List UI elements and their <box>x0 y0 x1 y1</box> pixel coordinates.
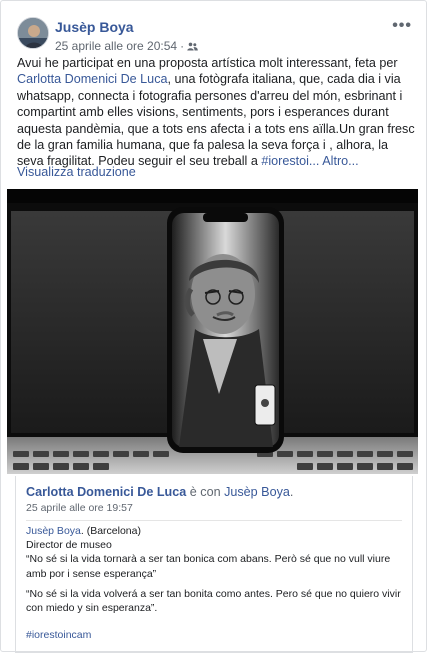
header-period: . <box>289 485 294 499</box>
with-text: è con <box>189 485 221 499</box>
post-author[interactable]: Jusèp Boya <box>55 19 134 35</box>
post-header: Jusèp Boya 25 aprile alle ore 20:54 · ••… <box>17 17 416 57</box>
translate-link[interactable]: Visualizza traduzione <box>17 165 136 179</box>
shared-post-text: Jusèp Boya. (Barcelona) Director de muse… <box>26 524 404 581</box>
shared-line-2: Director de museo <box>26 539 112 552</box>
meta-separator: · <box>180 39 185 53</box>
hashtag-link[interactable]: #iorestoi... <box>261 154 319 168</box>
quote-catalan: “No sé si la vida tornarà a ser tan boni… <box>26 553 391 580</box>
phone-portrait-image <box>7 189 418 474</box>
see-more-link[interactable]: Altro... <box>322 154 358 168</box>
shared-timestamp[interactable]: 25 aprile alle ore 19:57 <box>26 502 133 514</box>
avatar-image <box>18 18 48 48</box>
shared-line-1: Jusèp Boya. (Barcelona) <box>26 524 404 538</box>
post-text-intro: Avui he participat en una proposta artís… <box>17 56 398 70</box>
post-meta: 25 aprile alle ore 20:54 · <box>55 39 198 53</box>
friends-icon[interactable] <box>187 42 198 51</box>
more-options-icon[interactable]: ••• <box>392 17 412 35</box>
post-timestamp[interactable]: 25 aprile alle ore 20:54 <box>55 39 177 53</box>
shared-hashtag[interactable]: #iorestoincam <box>26 629 91 641</box>
divider <box>26 520 402 521</box>
shared-author[interactable]: Carlotta Domenici De Luca <box>26 485 186 499</box>
shared-post-header: Carlotta Domenici De Luca è con Jusèp Bo… <box>26 485 293 499</box>
tagged-person[interactable]: Jusèp Boya <box>224 485 290 499</box>
mention-link[interactable]: Carlotta Domenici De Luca <box>17 72 168 86</box>
post-photo[interactable] <box>7 189 418 474</box>
shared-mention[interactable]: Jusèp Boya <box>26 525 81 537</box>
avatar[interactable] <box>17 17 49 49</box>
post-card: Jusèp Boya 25 aprile alle ore 20:54 · ••… <box>0 0 427 653</box>
quote-spanish: “No sé si la vida volverá a ser tan boni… <box>26 588 401 615</box>
post-text: Avui he participat en una proposta artís… <box>17 55 415 170</box>
shared-location: . (Barcelona) <box>80 525 141 537</box>
shared-post: Carlotta Domenici De Luca è con Jusèp Bo… <box>15 476 413 653</box>
